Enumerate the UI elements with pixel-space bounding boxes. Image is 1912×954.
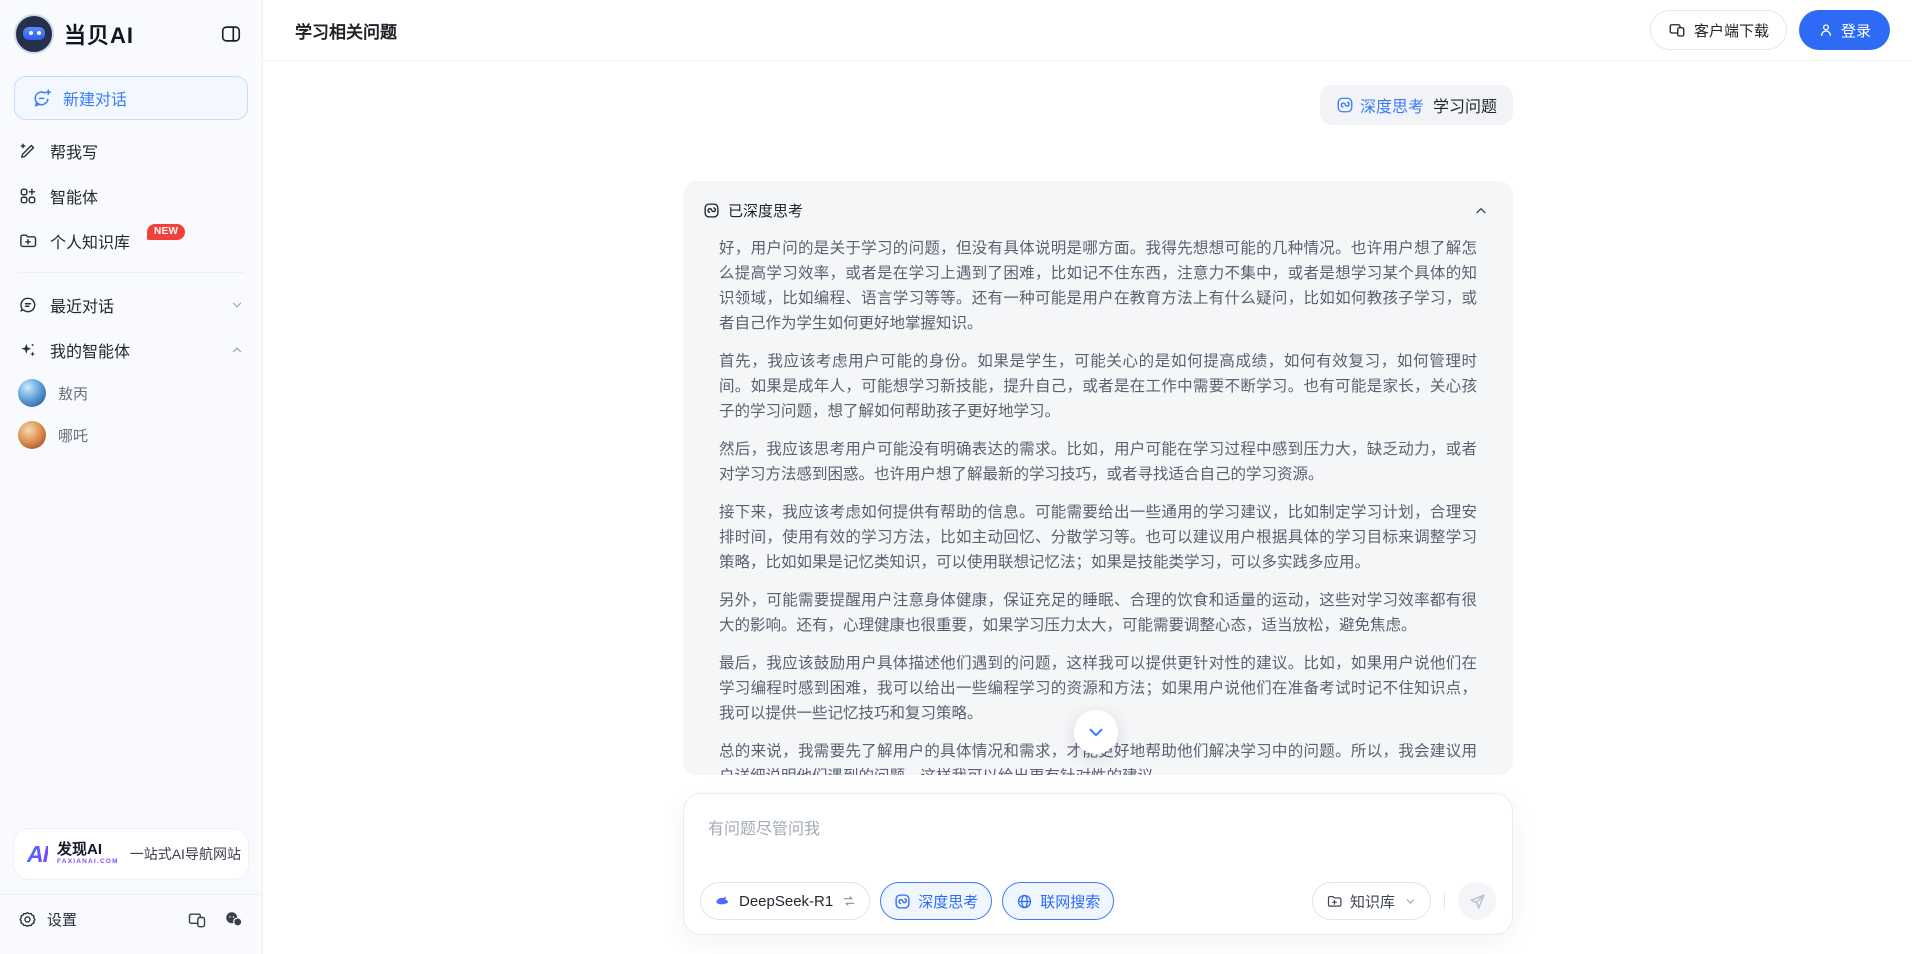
- deep-think-icon: [1336, 96, 1354, 114]
- thinking-content: 好，用户问的是关于学习的问题，但没有具体说明是哪方面。我得先想想可能的几种情况。…: [719, 236, 1477, 775]
- chat-input[interactable]: 有问题尽管问我: [708, 815, 1488, 839]
- pencil-plus-icon: [18, 141, 38, 161]
- sidebar-agent-nezha[interactable]: 哪吒: [0, 414, 262, 456]
- thinking-panel-header: 已深度思考: [703, 181, 1491, 221]
- person-icon: [1818, 22, 1834, 38]
- client-download-button[interactable]: 客户端下载: [1650, 10, 1787, 50]
- web-search-toggle[interactable]: 联网搜索: [1002, 882, 1114, 920]
- brand-robot-avatar: [14, 14, 54, 54]
- thinking-panel-title: 已深度思考: [728, 200, 803, 221]
- settings-label: 设置: [47, 909, 77, 930]
- promo-tagline: 一站式AI导航网站: [130, 844, 241, 864]
- section-label: 我的智能体: [50, 338, 130, 362]
- grid-plus-icon: [18, 186, 38, 206]
- sparkles-icon: [18, 340, 38, 360]
- new-chat-button[interactable]: 新建对话: [14, 76, 248, 120]
- page-title: 学习相关问题: [295, 18, 397, 43]
- agent-name: 哪吒: [58, 425, 88, 446]
- folder-plus-icon: [1326, 893, 1343, 910]
- deep-think-tag: 深度思考: [1336, 93, 1424, 117]
- model-name: DeepSeek-R1: [739, 893, 833, 910]
- deep-thinking-panel: 已深度思考 好，用户问的是关于学习的问题，但没有具体说明是哪方面。我得先想想可能…: [683, 181, 1513, 775]
- faxian-ai-brand: 发现AI FAXIANAI.COM: [57, 842, 119, 866]
- collapse-thinking-button[interactable]: [1471, 201, 1491, 221]
- scroll-to-bottom-button[interactable]: [1074, 710, 1118, 754]
- swap-icon: [842, 894, 856, 908]
- folder-plus-icon: [18, 231, 38, 251]
- paper-plane-icon: [1468, 892, 1487, 911]
- composer-toolbar: DeepSeek-R1 深度思考: [700, 882, 1496, 920]
- avatar: [18, 421, 46, 449]
- user-message-bubble: 深度思考 学习问题: [1320, 85, 1513, 125]
- login-label: 登录: [1841, 20, 1871, 41]
- user-message-text: 学习问题: [1433, 93, 1497, 117]
- deepseek-whale-icon: [714, 892, 732, 910]
- sidebar-item-label: 个人知识库: [50, 229, 130, 253]
- devices-icon: [1668, 21, 1686, 39]
- sidebar-item-write[interactable]: 帮我写: [0, 128, 262, 173]
- brand-name: 当贝AI: [64, 18, 134, 50]
- sidebar-collapse-button[interactable]: [216, 19, 246, 49]
- gear-icon: [18, 910, 37, 929]
- deep-think-icon: [894, 893, 911, 910]
- sidebar-agent-aobing[interactable]: 敖丙: [0, 372, 262, 414]
- sidebar-item-label: 帮我写: [50, 139, 98, 163]
- topbar: 学习相关问题 客户端下载 登录: [263, 0, 1912, 61]
- model-selector-button[interactable]: DeepSeek-R1: [700, 882, 870, 920]
- message-circle-icon: [18, 295, 38, 315]
- topbar-actions: 客户端下载 登录: [1650, 10, 1890, 50]
- knowledge-base-selector[interactable]: 知识库: [1312, 882, 1431, 920]
- settings-row: 设置: [0, 895, 262, 946]
- thinking-paragraph: 另外，可能需要提醒用户注意身体健康，保证充足的睡眠、合理的饮食和适量的运动，这些…: [719, 588, 1477, 638]
- wechat-button[interactable]: [223, 909, 244, 930]
- avatar: [18, 379, 46, 407]
- brand-row: 当贝AI: [0, 0, 262, 66]
- new-badge: NEW: [147, 224, 185, 240]
- thinking-paragraph: 首先，我应该考虑用户可能的身份。如果是学生，可能关心的是如何提高成绩，如何有效复…: [719, 349, 1477, 424]
- toolbar-divider: [1444, 892, 1445, 910]
- chat-bubble-plus-icon: [32, 88, 52, 108]
- sidebar: 当贝AI 新建对话 帮我写: [0, 0, 263, 954]
- composer: 有问题尽管问我 DeepSeek-R1: [683, 793, 1513, 935]
- thinking-paragraph: 好，用户问的是关于学习的问题，但没有具体说明是哪方面。我得先想想可能的几种情况。…: [719, 236, 1477, 336]
- sidebar-item-knowledge-base[interactable]: 个人知识库 NEW: [0, 218, 262, 263]
- thinking-paragraph: 接下来，我应该考虑如何提供有帮助的信息。可能需要给出一些通用的学习建议，比如制定…: [719, 500, 1477, 575]
- sidebar-item-label: 智能体: [50, 184, 98, 208]
- globe-icon: [1016, 893, 1033, 910]
- faxian-ai-promo-card[interactable]: AI 发现AI FAXIANAI.COM 一站式AI导航网站: [13, 828, 249, 880]
- sidebar-item-agents[interactable]: 智能体: [0, 173, 262, 218]
- agent-name: 敖丙: [58, 383, 88, 404]
- panel-left-icon: [220, 23, 242, 45]
- chevron-down-icon: [1404, 895, 1417, 908]
- chevron-up-icon: [1473, 203, 1489, 219]
- deep-think-toggle[interactable]: 深度思考: [880, 882, 992, 920]
- sidebar-section-my-agents[interactable]: 我的智能体: [0, 327, 262, 372]
- sidebar-section-recent-chats[interactable]: 最近对话: [0, 282, 262, 327]
- devices-button[interactable]: [187, 910, 207, 930]
- devices-icon: [187, 910, 207, 930]
- chevron-down-icon: [230, 298, 244, 312]
- sidebar-bottom: AI 发现AI FAXIANAI.COM 一站式AI导航网站 设置: [0, 828, 262, 954]
- login-button[interactable]: 登录: [1799, 10, 1890, 50]
- faxian-ai-logo-icon: AI: [27, 841, 48, 868]
- settings-button[interactable]: 设置: [18, 909, 77, 930]
- deep-think-icon: [703, 202, 720, 219]
- chevron-up-icon: [230, 343, 244, 357]
- client-download-label: 客户端下载: [1694, 20, 1769, 41]
- send-button[interactable]: [1458, 882, 1496, 920]
- sidebar-divider: [18, 272, 244, 273]
- chat-main: 深度思考 学习问题 已深度思考 好，用户: [263, 61, 1912, 954]
- chevron-down-icon: [1085, 721, 1107, 743]
- section-label: 最近对话: [50, 293, 114, 317]
- wechat-icon: [223, 909, 244, 930]
- thinking-paragraph: 然后，我应该思考用户可能没有明确表达的需求。比如，用户可能在学习过程中感到压力大…: [719, 437, 1477, 487]
- new-chat-label: 新建对话: [63, 86, 127, 110]
